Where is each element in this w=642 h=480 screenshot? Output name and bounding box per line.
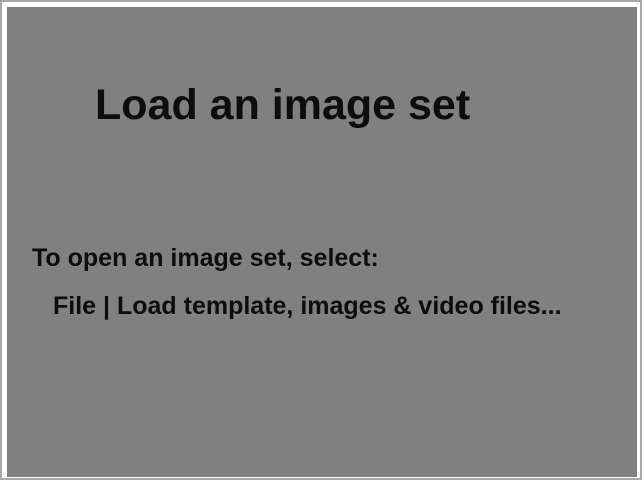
instruction-text: To open an image set, select: (32, 244, 379, 272)
empty-state-title: Load an image set (95, 81, 471, 129)
window-frame: Load an image set To open an image set, … (0, 0, 642, 480)
empty-state-panel: Load an image set To open an image set, … (7, 7, 637, 477)
menu-path-text: File | Load template, images & video fil… (53, 292, 562, 320)
